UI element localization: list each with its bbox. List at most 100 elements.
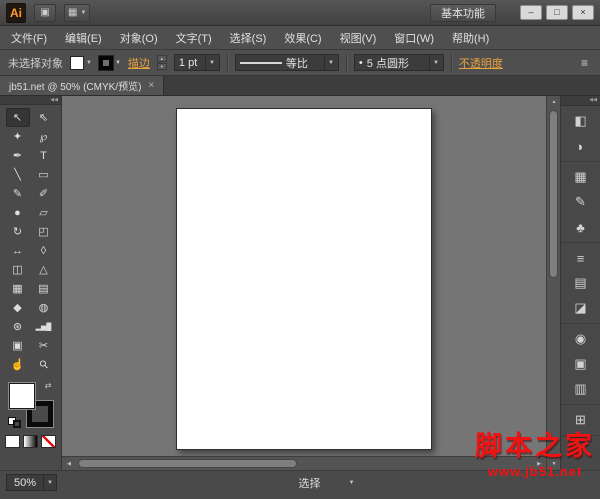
horizontal-scrollbar[interactable]: ◀ ▶ xyxy=(62,456,546,470)
pen-tool[interactable]: ✒ xyxy=(6,146,30,165)
color-guide-panel-icon[interactable]: ◗ xyxy=(568,135,594,157)
eyedropper-tool[interactable]: ◆ xyxy=(6,298,30,317)
arrange-documents-button[interactable]: ▦ ▼ xyxy=(64,3,91,22)
stroke-color-swatch[interactable] xyxy=(98,55,113,70)
menu-file[interactable]: 文件(F) xyxy=(2,26,56,50)
magic-wand-tool[interactable]: ✦ xyxy=(6,127,30,146)
canvas-area[interactable]: ◀ ▶ xyxy=(62,96,546,470)
fill-color-control[interactable]: ▼ xyxy=(70,55,92,70)
width-profile-select[interactable]: 等比 ▼ xyxy=(234,54,339,71)
menu-effect[interactable]: 效果(C) xyxy=(275,26,330,50)
direct-selection-tool[interactable]: ⇖ xyxy=(32,108,56,127)
stroke-panel-icon[interactable]: ≡ xyxy=(568,247,594,269)
scroll-right-icon[interactable]: ▶ xyxy=(532,457,546,470)
dock-group: ⊞ xyxy=(561,405,600,436)
vertical-scrollbar[interactable]: ▲ ▼ xyxy=(546,96,560,470)
fill-color-swatch[interactable] xyxy=(70,55,84,70)
zoom-level-select[interactable]: 50% ▼ xyxy=(6,474,58,491)
free-transform-tool[interactable]: ◊ xyxy=(32,241,56,260)
width-tool[interactable]: ↔ xyxy=(6,241,30,260)
transparency-panel-icon[interactable]: ◪ xyxy=(568,297,594,319)
mesh-tool[interactable]: ▦ xyxy=(6,279,30,298)
gradient-tool[interactable]: ▤ xyxy=(32,279,56,298)
menu-view[interactable]: 视图(V) xyxy=(331,26,386,50)
artboard[interactable] xyxy=(176,108,432,450)
default-stroke-chip xyxy=(12,420,21,428)
menu-edit[interactable]: 编辑(E) xyxy=(56,26,111,50)
stroke-weight-stepper[interactable]: ▲ ▼ xyxy=(156,55,167,70)
color-panel-icon[interactable]: ◧ xyxy=(568,110,594,132)
perspective-grid-tool[interactable]: △ xyxy=(32,260,56,279)
divider xyxy=(450,53,452,72)
horizontal-scroll-track[interactable] xyxy=(76,457,532,470)
gradient-panel-icon[interactable]: ▤ xyxy=(568,272,594,294)
scale-tool[interactable]: ◰ xyxy=(32,222,56,241)
gradient-mode-button[interactable] xyxy=(23,435,38,448)
symbols-panel-icon[interactable]: ♣ xyxy=(568,216,594,238)
stepper-down-icon[interactable]: ▼ xyxy=(156,63,167,70)
lasso-tool[interactable]: ℘ xyxy=(32,127,56,146)
bridge-icon[interactable]: ▣ xyxy=(34,3,56,22)
workspace-switcher-button[interactable]: 基本功能 xyxy=(430,3,496,22)
eraser-tool[interactable]: ▱ xyxy=(32,203,56,222)
toolbox-collapse-button[interactable]: ◀◀ xyxy=(0,96,61,105)
opacity-panel-link[interactable]: 不透明度 xyxy=(459,55,503,71)
stroke-panel-link[interactable]: 描边 xyxy=(128,55,150,71)
scroll-down-icon[interactable]: ▼ xyxy=(547,458,561,470)
menu-type[interactable]: 文字(T) xyxy=(167,26,221,50)
menu-window[interactable]: 窗口(W) xyxy=(385,26,443,50)
workspace: ◀◀ ↖ ⇖ ✦ ℘ ✒ T ╲ ▭ ✎ ✐ ● ▱ ↻ ◰ ↔ ◊ ◫ △ ▦… xyxy=(0,96,600,470)
shape-builder-tool[interactable]: ◫ xyxy=(6,260,30,279)
dock-group: ▦ ✎ ♣ xyxy=(561,162,600,243)
fill-swatch[interactable] xyxy=(8,383,35,409)
menu-select[interactable]: 选择(S) xyxy=(221,26,276,50)
column-graph-tool[interactable]: ▂▅█ xyxy=(32,317,56,336)
brushes-panel-icon[interactable]: ✎ xyxy=(568,191,594,213)
stroke-color-control[interactable]: ▼ xyxy=(98,55,121,70)
swap-fill-stroke-icon[interactable]: ⇄ xyxy=(45,381,52,390)
chevron-down-icon: ▼ xyxy=(80,9,87,16)
close-button[interactable]: × xyxy=(572,5,594,20)
scroll-up-icon[interactable]: ▲ xyxy=(547,96,561,108)
pencil-tool[interactable]: ✐ xyxy=(32,184,56,203)
vertical-scroll-thumb[interactable] xyxy=(549,110,558,278)
minimize-button[interactable]: – xyxy=(520,5,542,20)
none-mode-button[interactable] xyxy=(41,435,56,448)
rectangle-tool[interactable]: ▭ xyxy=(32,165,56,184)
color-mode-button[interactable] xyxy=(5,435,20,448)
appearance-panel-icon[interactable]: ◉ xyxy=(568,328,594,350)
graphic-styles-panel-icon[interactable]: ▣ xyxy=(568,353,594,375)
symbol-sprayer-tool[interactable]: ⊛ xyxy=(6,317,30,336)
control-panel-menu-icon[interactable]: ≡ xyxy=(577,56,592,70)
stroke-weight-select[interactable]: 1 pt ▼ xyxy=(173,54,220,71)
horizontal-scroll-thumb[interactable] xyxy=(78,459,297,468)
swatches-panel-icon[interactable]: ▦ xyxy=(568,166,594,188)
blob-brush-tool[interactable]: ● xyxy=(6,203,30,222)
tab-close-icon[interactable]: × xyxy=(148,80,154,91)
menu-object[interactable]: 对象(O) xyxy=(111,26,167,50)
menu-help[interactable]: 帮助(H) xyxy=(443,26,498,50)
blend-tool[interactable]: ◍ xyxy=(32,298,56,317)
dock-expand-button[interactable]: ◀◀ xyxy=(561,96,600,106)
line-segment-tool[interactable]: ╲ xyxy=(6,165,30,184)
stroke-weight-value: 1 pt xyxy=(178,56,198,69)
layers-panel-icon[interactable]: ▥ xyxy=(568,378,594,400)
status-display[interactable]: 选择 ▼ xyxy=(57,474,596,491)
type-tool[interactable]: T xyxy=(32,146,56,165)
document-tab[interactable]: jb51.net @ 50% (CMYK/预览) × xyxy=(0,76,165,95)
status-bar: 50% ▼ 选择 ▼ xyxy=(0,470,600,499)
brush-definition-select[interactable]: • 5 点圆形 ▼ xyxy=(353,54,444,71)
artboards-panel-icon[interactable]: ⊞ xyxy=(568,409,594,431)
paintbrush-tool[interactable]: ✎ xyxy=(6,184,30,203)
scroll-left-icon[interactable]: ◀ xyxy=(62,457,76,470)
chevron-down-icon: ▼ xyxy=(114,59,121,66)
artboard-tool[interactable]: ▣ xyxy=(6,336,30,355)
rotate-tool[interactable]: ↻ xyxy=(6,222,30,241)
default-fill-stroke-icon[interactable] xyxy=(7,417,21,428)
chevron-down-icon: ▼ xyxy=(432,59,439,66)
selection-tool[interactable]: ↖ xyxy=(5,108,30,127)
stepper-up-icon[interactable]: ▲ xyxy=(156,55,167,62)
document-tab-title: jb51.net @ 50% (CMYK/预览) xyxy=(9,82,142,93)
maximize-button[interactable]: □ xyxy=(546,5,568,20)
hand-tool[interactable]: ☝ xyxy=(6,355,30,374)
